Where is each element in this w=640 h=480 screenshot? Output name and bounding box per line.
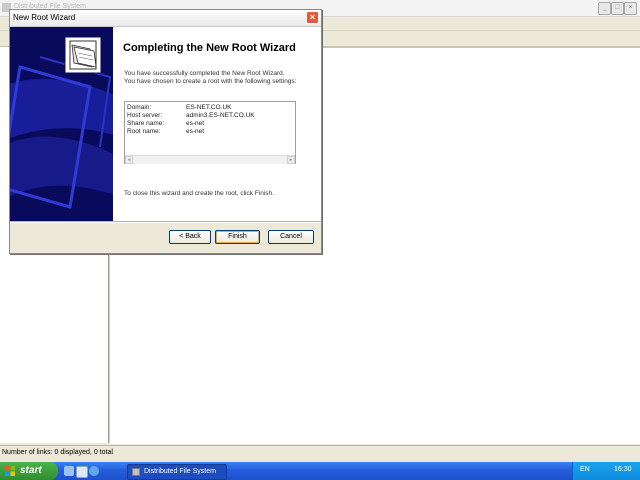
maximize-button[interactable]: □ — [611, 2, 624, 15]
cancel-button[interactable]: Cancel — [268, 230, 314, 244]
settings-row-host-server: Host server: admin3.ES-NET.CO.UK — [127, 112, 255, 119]
settings-summary-box[interactable]: Domain: ES-NET.CO.UK Host server: admin3.E… — [124, 101, 296, 164]
settings-row-domain: Domain: ES-NET.CO.UK — [127, 104, 232, 111]
windows-flag-icon — [5, 466, 15, 476]
scroll-left-icon[interactable]: ◂ — [125, 156, 133, 164]
clock[interactable]: 16:30 — [614, 466, 632, 473]
internet-explorer-icon[interactable] — [89, 466, 99, 476]
show-desktop-icon[interactable] — [64, 466, 74, 476]
quicklaunch-explorer-icon[interactable] — [76, 466, 88, 478]
settings-row-root-name: Root name: es-net — [127, 128, 205, 135]
close-instruction: To close this wizard and create the root… — [124, 190, 274, 197]
folder-icon — [64, 36, 102, 74]
intro-line-2: You have chosen to create a root with th… — [124, 78, 297, 85]
scroll-right-icon[interactable]: ▸ — [287, 156, 295, 164]
intro-line-1: You have successfully completed the New … — [124, 70, 285, 77]
wizard-banner — [10, 27, 113, 221]
dfs-app-icon — [132, 468, 140, 476]
taskbar-item-distributed-file-system[interactable]: Distributed File System — [127, 464, 227, 480]
horizontal-scrollbar[interactable]: ◂ ▸ — [125, 155, 295, 164]
dialog-separator — [10, 221, 321, 223]
finish-button[interactable]: Finish — [215, 230, 260, 244]
dialog-titlebar[interactable]: New Root Wizard — [10, 10, 321, 27]
close-window-button[interactable]: × — [624, 2, 637, 15]
language-indicator[interactable]: EN — [580, 466, 590, 473]
back-button[interactable]: < Back — [169, 230, 211, 244]
wizard-content: Completing the New Root Wizard You have … — [113, 27, 321, 221]
settings-row-share-name: Share name: es-net — [127, 120, 205, 127]
dialog-title: New Root Wizard — [13, 13, 76, 22]
wizard-heading: Completing the New Root Wizard — [123, 42, 296, 54]
new-root-wizard-dialog: New Root Wizard × Completing the New Roo… — [9, 9, 322, 254]
start-button[interactable]: start — [0, 462, 58, 480]
taskbar-item-label: Distributed File System — [144, 468, 216, 475]
dialog-close-button[interactable]: × — [306, 11, 319, 24]
wizard-banner-graphic — [10, 27, 113, 221]
wizard-intro: You have successfully completed the New … — [124, 70, 314, 86]
start-label: start — [20, 465, 42, 476]
status-bar: Number of links: 0 displayed, 0 total — [0, 445, 640, 462]
status-text: Number of links: 0 displayed, 0 total — [2, 449, 113, 456]
minimize-button[interactable]: _ — [598, 2, 611, 15]
